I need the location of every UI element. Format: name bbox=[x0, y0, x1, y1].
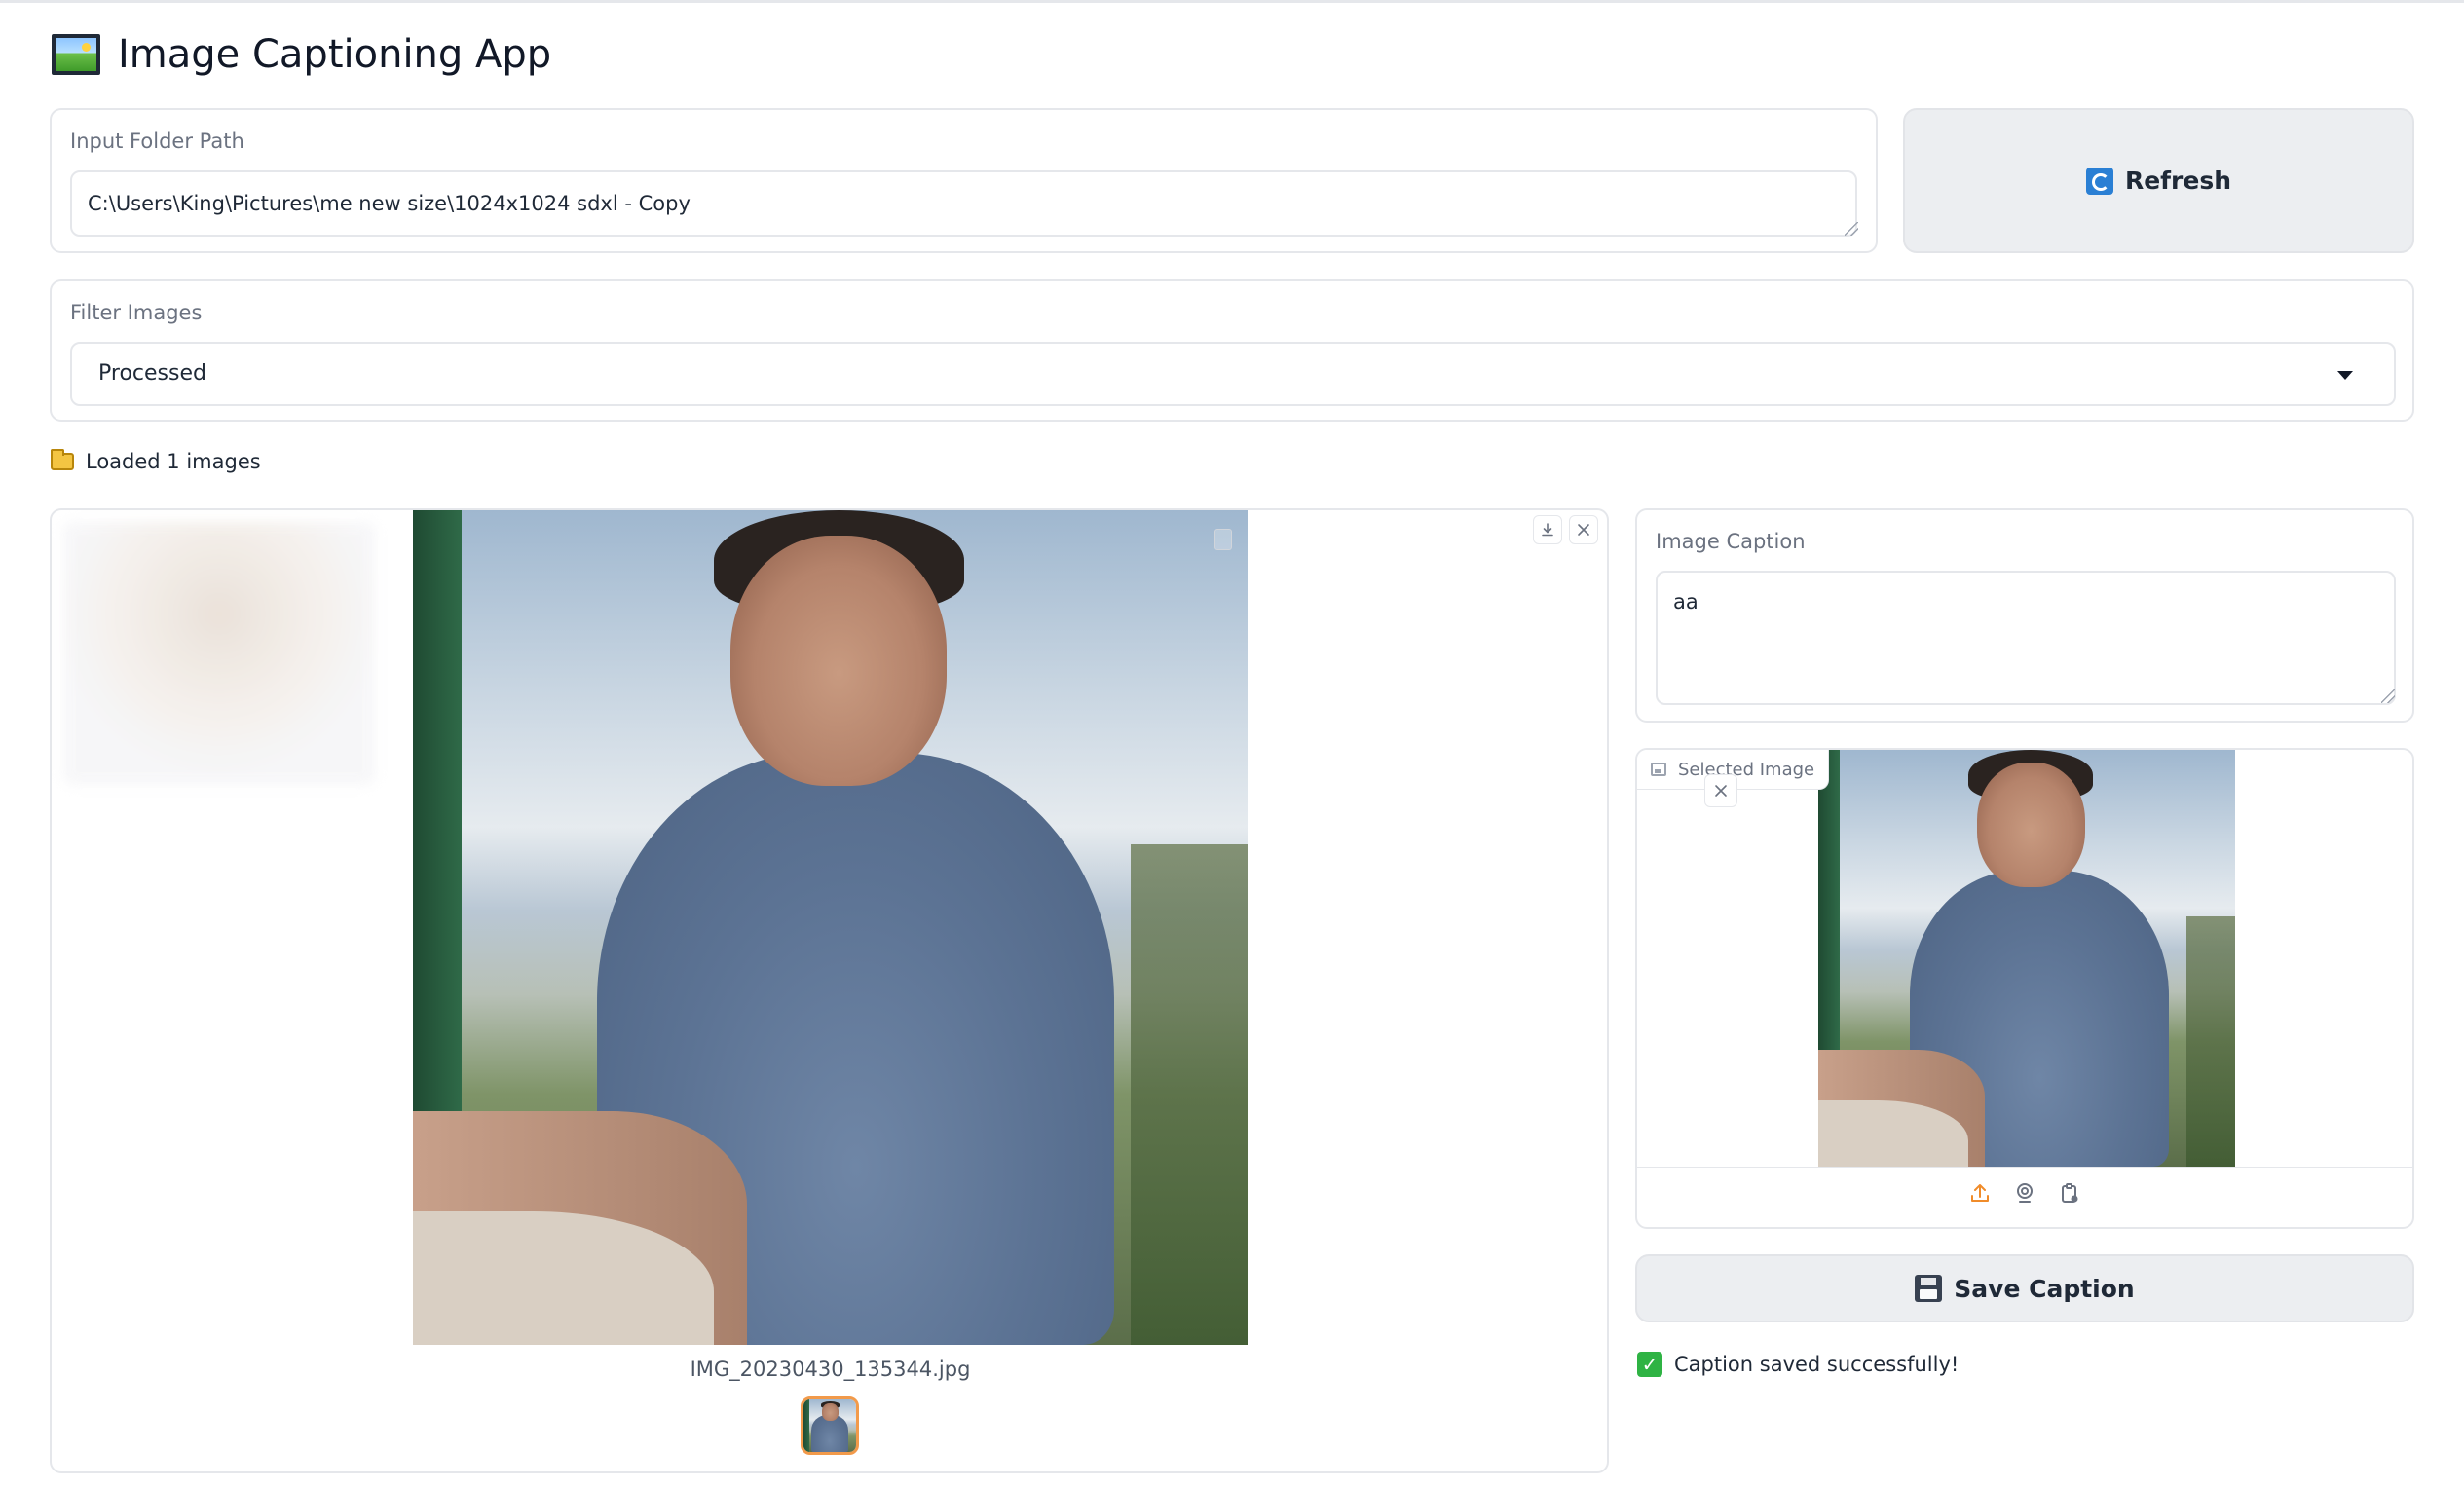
refresh-icon bbox=[2085, 167, 2113, 195]
top-border bbox=[0, 0, 2464, 3]
image-caption-panel: Image Caption aa bbox=[1635, 508, 2414, 723]
refresh-button[interactable]: Refresh bbox=[1903, 108, 2414, 253]
thumbnail-photo bbox=[803, 1399, 856, 1452]
image-source-toolbar bbox=[1637, 1180, 2412, 1206]
gallery-close-button[interactable] bbox=[1569, 515, 1598, 544]
resize-handle-icon[interactable] bbox=[2381, 689, 2395, 703]
check-mark-icon: ✓ bbox=[1637, 1352, 1662, 1377]
portrait-photo bbox=[413, 510, 1248, 1345]
source-divider bbox=[1637, 1167, 2412, 1168]
input-folder-textbox[interactable]: C:\Users\King\Pictures\me new size\1024x… bbox=[70, 170, 1857, 237]
folder-icon bbox=[51, 449, 74, 470]
preview-corner-indicator bbox=[1214, 529, 1232, 550]
input-folder-label: Input Folder Path bbox=[70, 130, 244, 153]
chevron-down-icon bbox=[2337, 371, 2353, 380]
thumb-tree-left bbox=[803, 1399, 809, 1452]
sel-photo-person-head bbox=[1976, 762, 2085, 888]
gallery-thumbnail[interactable] bbox=[801, 1396, 859, 1455]
thumb-person-body bbox=[811, 1415, 848, 1452]
image-gallery: IMG_20230430_135344.jpg bbox=[50, 508, 1609, 1473]
gallery-preview-image[interactable] bbox=[413, 510, 1248, 1345]
refresh-button-label: Refresh bbox=[2124, 167, 2232, 195]
selected-image-label-text: Selected Image bbox=[1678, 759, 1815, 780]
webcam-button[interactable] bbox=[2012, 1180, 2037, 1206]
load-status: Loaded 1 images bbox=[51, 449, 261, 473]
image-caption-label: Image Caption bbox=[1656, 530, 1806, 553]
filter-selected-value: Processed bbox=[98, 361, 206, 386]
upload-button[interactable] bbox=[1967, 1180, 1993, 1206]
download-button[interactable] bbox=[1533, 515, 1562, 544]
selected-photo bbox=[1818, 750, 2235, 1167]
image-icon bbox=[1651, 763, 1666, 776]
photo-foliage-right bbox=[1131, 843, 1248, 1345]
app-header: Image Captioning App bbox=[52, 27, 551, 82]
selected-image-close-button[interactable] bbox=[1704, 774, 1737, 807]
image-caption-textarea[interactable]: aa bbox=[1656, 571, 2396, 705]
blurred-thumbnail-preview bbox=[63, 522, 375, 785]
photo-person-head bbox=[729, 535, 948, 786]
save-status-message: ✓ Caption saved successfully! bbox=[1637, 1352, 1959, 1377]
save-caption-button[interactable]: Save Caption bbox=[1635, 1254, 2414, 1322]
clipboard-button[interactable] bbox=[2057, 1180, 2082, 1206]
filter-images-dropdown[interactable]: Processed bbox=[70, 342, 2396, 406]
sel-photo-foliage-right bbox=[2186, 916, 2235, 1167]
floppy-disk-icon bbox=[1915, 1275, 1943, 1302]
upload-icon bbox=[1971, 1184, 1989, 1202]
filter-images-panel: Filter Images Processed bbox=[50, 279, 2414, 422]
page-title: Image Captioning App bbox=[118, 32, 552, 77]
filter-images-label: Filter Images bbox=[70, 301, 203, 324]
close-icon bbox=[1578, 524, 1589, 536]
input-folder-panel: Input Folder Path C:\Users\King\Pictures… bbox=[50, 108, 1878, 253]
save-status-text: Caption saved successfully! bbox=[1674, 1353, 1960, 1376]
close-icon bbox=[1715, 785, 1727, 797]
selected-image-preview bbox=[1818, 750, 2235, 1167]
gallery-filename: IMG_20230430_135344.jpg bbox=[690, 1358, 971, 1381]
framed-picture-icon bbox=[52, 34, 100, 75]
selected-image-panel: Selected Image bbox=[1635, 748, 2414, 1229]
thumb-person-head bbox=[822, 1403, 839, 1421]
load-status-text: Loaded 1 images bbox=[86, 450, 261, 473]
clipboard-icon bbox=[2062, 1183, 2078, 1203]
save-caption-label: Save Caption bbox=[1954, 1274, 2135, 1303]
resize-handle-icon[interactable] bbox=[1845, 222, 1858, 236]
webcam-icon bbox=[2017, 1183, 2033, 1203]
download-icon bbox=[1542, 523, 1553, 537]
